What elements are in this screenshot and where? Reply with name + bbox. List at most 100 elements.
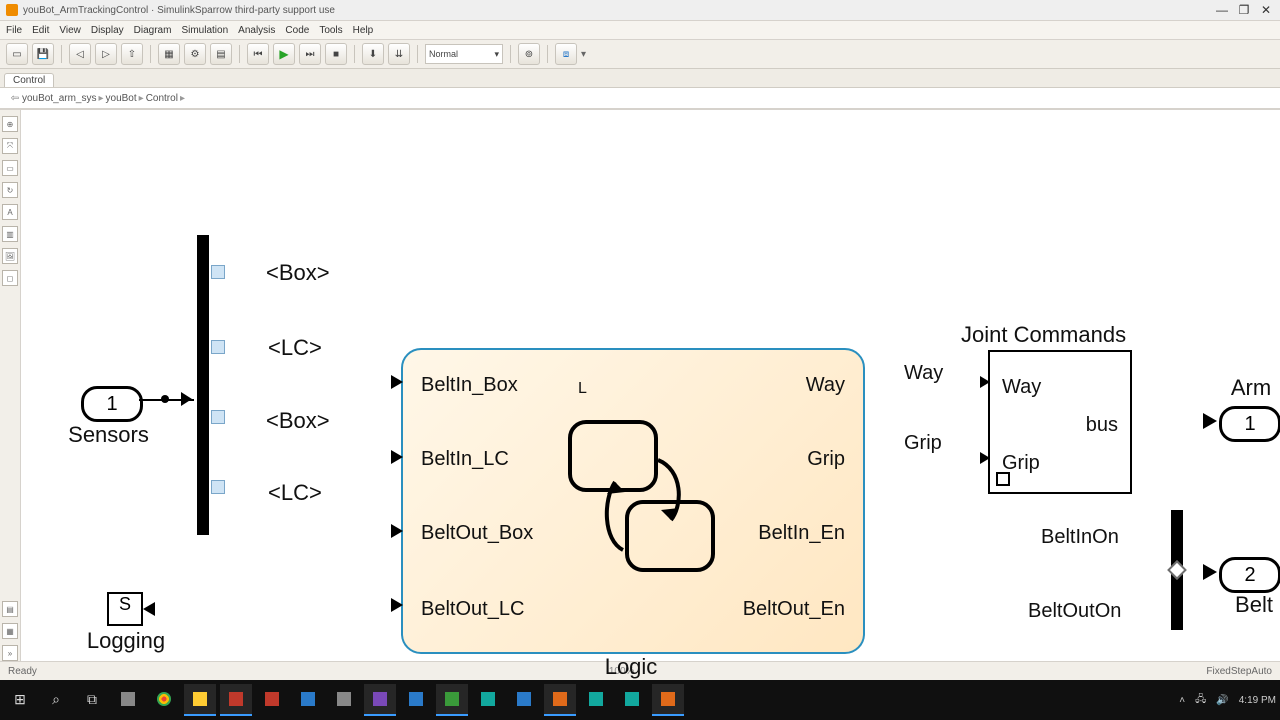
outport-arm[interactable]: 1 <box>1219 406 1280 442</box>
logic-in3: BeltOut_Box <box>421 522 533 545</box>
menu-analysis[interactable]: Analysis <box>238 25 275 36</box>
taskbar-app[interactable] <box>580 684 612 716</box>
palette-fit-icon[interactable]: ▭ <box>2 160 18 176</box>
menu-help[interactable]: Help <box>353 25 374 36</box>
logging-block[interactable]: S <box>107 592 143 626</box>
menu-edit[interactable]: Edit <box>32 25 49 36</box>
state-transitions-icon <box>563 420 723 580</box>
menu-code[interactable]: Code <box>285 25 309 36</box>
taskbar-app[interactable] <box>652 684 684 716</box>
record-button[interactable]: ⧈ <box>555 43 577 65</box>
joint-commands-block[interactable]: Way Grip bus <box>988 350 1132 494</box>
taskbar-app[interactable] <box>616 684 648 716</box>
toolbar: ▭ 💾 ◁ ▷ ⇧ ▦ ⚙ ▤ ⏮ ▶ ⏭ ■ ⬇ ⇊ Normal ▾ ⊚ ⧈… <box>0 40 1280 69</box>
step-fwd-button[interactable]: ⏭ <box>299 43 321 65</box>
tab-strip: Control <box>0 69 1280 88</box>
breadcrumb-back-icon[interactable]: ⇦ <box>8 93 22 104</box>
windows-taskbar[interactable]: ⊞ ⌕ ⧉ ˄ 🖧 🔊 4:19 PM <box>0 680 1280 720</box>
palette-image-icon[interactable]: 🖼 <box>2 248 18 264</box>
taskbar-app[interactable] <box>292 684 324 716</box>
outport-belt[interactable]: 2 <box>1219 557 1280 593</box>
tab-control[interactable]: Control <box>4 73 54 87</box>
jc-ext-way: Way <box>904 362 943 385</box>
taskbar-app[interactable] <box>256 684 288 716</box>
menu-file[interactable]: File <box>6 25 22 36</box>
taskbar-app[interactable] <box>112 684 144 716</box>
taskbar-app[interactable] <box>508 684 540 716</box>
config-button[interactable]: ⚙ <box>184 43 206 65</box>
up-button[interactable]: ⇧ <box>121 43 143 65</box>
tray-volume-icon[interactable]: 🔊 <box>1216 695 1228 706</box>
palette-bottom1-icon[interactable]: ▤ <box>2 601 18 617</box>
breadcrumb-seg-1[interactable]: youBot_arm_sys <box>22 93 96 104</box>
logic-out4: BeltOut_En <box>743 598 845 621</box>
title-bar[interactable]: youBot_ArmTrackingControl · SimulinkSpar… <box>0 0 1280 21</box>
app-icon <box>6 4 18 16</box>
breadcrumb-seg-3[interactable]: Control <box>146 93 178 104</box>
breadcrumb-seg-2[interactable]: youBot <box>106 93 137 104</box>
chevron-down-icon[interactable]: ▾ <box>581 49 586 60</box>
taskview-icon[interactable]: ⧉ <box>76 684 108 716</box>
library-button[interactable]: ▦ <box>158 43 180 65</box>
palette-text-icon[interactable]: A <box>2 204 18 220</box>
palette-rotate-icon[interactable]: ↻ <box>2 182 18 198</box>
sim-mode-dropdown[interactable]: Normal ▾ <box>425 44 503 64</box>
menu-diagram[interactable]: Diagram <box>134 25 172 36</box>
fwd-button[interactable]: ▷ <box>95 43 117 65</box>
arrow-icon <box>181 392 192 406</box>
breadcrumb-sep-icon: ▸ <box>180 93 185 104</box>
breadcrumb-sep-icon: ▸ <box>98 93 103 104</box>
logic-block-label: Logic <box>586 654 676 680</box>
logging-label: Logging <box>71 628 181 654</box>
bus-selector-block[interactable] <box>197 235 209 535</box>
signal-lc1: <LC> <box>268 335 322 361</box>
taskbar-app[interactable] <box>220 684 252 716</box>
close-button[interactable]: ✕ <box>1258 3 1274 17</box>
palette-nav-icon[interactable]: ⤧ <box>2 138 18 154</box>
palette-area-icon[interactable]: ▥ <box>2 226 18 242</box>
mux-sig-2: BeltOutOn <box>1028 600 1121 623</box>
tray-network-icon[interactable]: 🖧 <box>1195 692 1206 709</box>
taskbar-app[interactable] <box>328 684 360 716</box>
palette-zoom-icon[interactable]: ⊕ <box>2 116 18 132</box>
logic-block[interactable]: BeltIn_Box BeltIn_LC BeltOut_Box BeltOut… <box>401 348 865 654</box>
maximize-button[interactable]: ❐ <box>1236 3 1252 17</box>
step-back-button[interactable]: ⏮ <box>247 43 269 65</box>
taskbar-app[interactable] <box>184 684 216 716</box>
jc-bus: bus <box>1086 414 1118 437</box>
jc-in-way: Way <box>1002 376 1041 399</box>
taskbar-app[interactable] <box>436 684 468 716</box>
menu-display[interactable]: Display <box>91 25 124 36</box>
run-button[interactable]: ▶ <box>273 43 295 65</box>
menu-tools[interactable]: Tools <box>319 25 342 36</box>
tray-up-icon[interactable]: ˄ <box>1179 695 1185 706</box>
explorer-button[interactable]: ▤ <box>210 43 232 65</box>
minimize-button[interactable]: — <box>1214 3 1230 17</box>
back-button[interactable]: ◁ <box>69 43 91 65</box>
menu-simulation[interactable]: Simulation <box>181 25 228 36</box>
system-tray[interactable]: ˄ 🖧 🔊 4:19 PM <box>1179 692 1280 709</box>
inport-sensors[interactable]: 1 <box>81 386 143 422</box>
sim-mode-label: Normal <box>429 49 458 59</box>
target-button[interactable]: ⊚ <box>518 43 540 65</box>
build-button[interactable]: ⬇ <box>362 43 384 65</box>
start-button[interactable]: ⊞ <box>4 684 36 716</box>
search-icon[interactable]: ⌕ <box>40 684 72 716</box>
taskbar-app[interactable] <box>472 684 504 716</box>
taskbar-app[interactable] <box>364 684 396 716</box>
save-button[interactable]: 💾 <box>32 43 54 65</box>
diagram-canvas[interactable]: 1 Sensors <Box> <LC> <Box> <LC> S Loggin… <box>21 110 1280 661</box>
palette-hide-icon[interactable]: ◻ <box>2 270 18 286</box>
taskbar-app[interactable] <box>148 684 180 716</box>
new-button[interactable]: ▭ <box>6 43 28 65</box>
stop-button[interactable]: ■ <box>325 43 347 65</box>
tray-time[interactable]: 4:19 PM <box>1239 695 1276 706</box>
logic-letter: L <box>578 380 587 398</box>
taskbar-app[interactable] <box>400 684 432 716</box>
deploy-button[interactable]: ⇊ <box>388 43 410 65</box>
status-right: FixedStepAuto <box>1206 666 1272 677</box>
taskbar-app[interactable] <box>544 684 576 716</box>
palette-bottom2-icon[interactable]: ▦ <box>2 623 18 639</box>
palette-bottom3-icon[interactable]: » <box>2 645 18 661</box>
menu-view[interactable]: View <box>59 25 81 36</box>
